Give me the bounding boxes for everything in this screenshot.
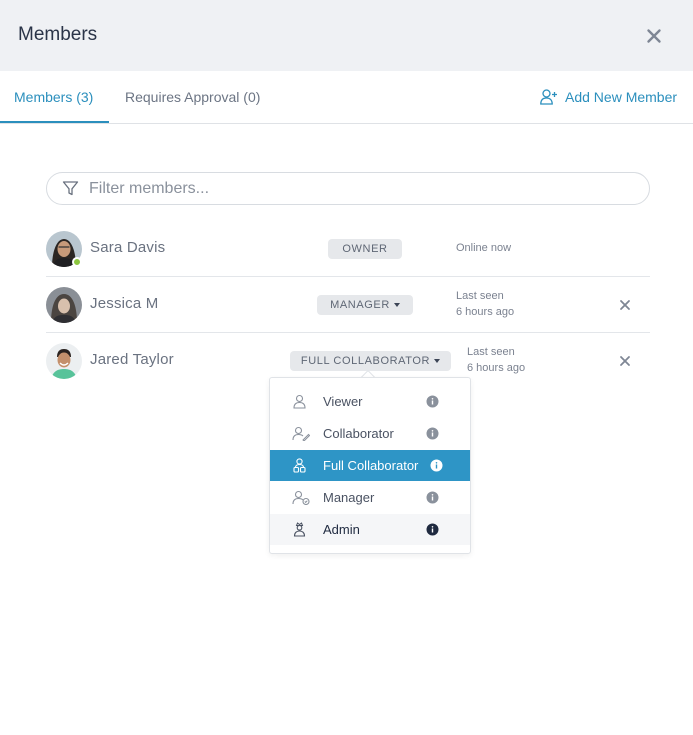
close-icon[interactable] bbox=[644, 26, 664, 46]
role-option-label: Manager bbox=[323, 490, 375, 505]
status-line: Last seen bbox=[467, 346, 515, 358]
remove-member-icon[interactable] bbox=[619, 355, 631, 367]
role-option-manager[interactable]: Manager bbox=[270, 482, 470, 513]
filter-box bbox=[46, 172, 650, 205]
modal-title: Members bbox=[18, 24, 98, 45]
member-row-jessica-m: Jessica M MANAGER Last seen 6 hours ago bbox=[46, 277, 650, 333]
filter-members-input[interactable] bbox=[89, 178, 629, 200]
role-option-label: Full Collaborator bbox=[323, 458, 419, 473]
caret-down-icon bbox=[434, 359, 441, 363]
member-status: Last seen 6 hours ago bbox=[456, 288, 514, 320]
collaborator-icon bbox=[292, 426, 310, 441]
info-icon[interactable] bbox=[426, 523, 439, 536]
status-line: 6 hours ago bbox=[467, 362, 526, 374]
avatar bbox=[46, 343, 82, 379]
active-tab-indicator bbox=[0, 121, 109, 123]
role-option-admin[interactable]: Admin bbox=[270, 514, 470, 545]
role-label: MANAGER bbox=[330, 299, 390, 311]
add-user-icon bbox=[540, 89, 557, 105]
tab-members[interactable]: Members (3) bbox=[14, 89, 93, 105]
info-icon[interactable] bbox=[426, 491, 439, 504]
role-badge-owner: OWNER bbox=[328, 239, 402, 259]
role-dropdown-manager[interactable]: MANAGER bbox=[317, 295, 413, 315]
role-label: OWNER bbox=[342, 243, 388, 255]
viewer-icon bbox=[293, 394, 306, 409]
tab-requires-approval[interactable]: Requires Approval (0) bbox=[125, 89, 260, 105]
role-dropdown-menu: Viewer Collaborator Full Collaborator Ma… bbox=[269, 377, 471, 554]
info-icon[interactable] bbox=[430, 459, 443, 472]
info-icon[interactable] bbox=[426, 427, 439, 440]
avatar bbox=[46, 287, 82, 323]
status-line: 6 hours ago bbox=[456, 306, 515, 318]
member-status: Online now bbox=[456, 240, 511, 256]
add-new-member-label: Add New Member bbox=[565, 89, 678, 105]
member-status: Last seen 6 hours ago bbox=[467, 344, 525, 376]
status-line: Online now bbox=[456, 242, 512, 254]
role-option-collaborator[interactable]: Collaborator bbox=[270, 418, 470, 449]
remove-member-icon[interactable] bbox=[619, 299, 631, 311]
member-name: Jared Taylor bbox=[90, 351, 174, 368]
modal-header: Members bbox=[0, 0, 693, 71]
role-option-label: Admin bbox=[323, 522, 360, 537]
info-icon[interactable] bbox=[426, 395, 439, 408]
role-label: FULL COLLABORATOR bbox=[300, 355, 431, 367]
member-name: Sara Davis bbox=[90, 239, 166, 256]
role-option-full-collaborator[interactable]: Full Collaborator bbox=[270, 450, 470, 481]
full-collaborator-icon bbox=[293, 458, 306, 473]
role-dropdown-full-collaborator[interactable]: FULL COLLABORATOR bbox=[290, 351, 451, 371]
online-status-dot bbox=[72, 257, 82, 267]
tab-bar: Members (3) Requires Approval (0) Add Ne… bbox=[0, 71, 693, 124]
add-new-member-button[interactable]: Add New Member bbox=[540, 87, 677, 107]
role-option-label: Viewer bbox=[323, 394, 363, 409]
caret-down-icon bbox=[393, 303, 400, 307]
member-row-sara-davis: Sara Davis OWNER Online now bbox=[46, 221, 650, 277]
manager-icon bbox=[292, 490, 310, 505]
status-line: Last seen bbox=[456, 290, 504, 302]
admin-icon bbox=[293, 522, 306, 537]
member-name: Jessica M bbox=[90, 295, 159, 312]
role-option-label: Collaborator bbox=[323, 426, 394, 441]
role-option-viewer[interactable]: Viewer bbox=[270, 386, 470, 417]
filter-icon bbox=[62, 181, 79, 196]
